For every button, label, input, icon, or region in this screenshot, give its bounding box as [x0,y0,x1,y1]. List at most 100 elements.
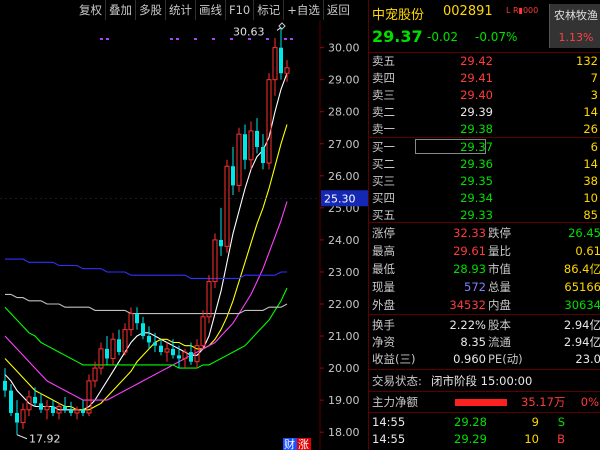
candle [9,384,13,417]
candle [69,401,73,417]
bid-volume: 85 [583,208,598,222]
toolbar-button-back[interactable]: 返回 [324,0,353,20]
stat-left-label: 最低 [372,262,395,276]
toolbar-button-mark[interactable]: 标记 [254,0,285,20]
bid-row[interactable]: 买一 29.37 6 [369,139,600,155]
axis-tick-label: 21.00 [328,330,360,343]
candle [159,339,163,356]
trade-status-label: 交易状态: [372,374,422,388]
stat2-right: 股本 2.94亿 [488,317,600,333]
rise-tag: 涨 [298,438,309,450]
axis-tick-label: 28.00 [328,106,360,119]
ask-price: 29.42 [460,54,493,68]
stat2-left-value: 2.22% [449,318,486,332]
candle-body [44,406,50,411]
kline-svg[interactable]: 30.0029.0028.0027.0026.0025.0024.0023.00… [0,20,368,450]
bid-row[interactable]: 买二 29.36 14 [369,156,600,172]
candle [206,275,212,324]
ask-row[interactable]: 卖五 29.42 132 [369,53,600,69]
tick-row[interactable]: 14:55 29.29 10 B [369,431,600,447]
kline-chart[interactable]: 30.00 29.00 28.00 27.00 26.00 25.00 24.00 23.00… [0,20,368,450]
axis-tick-label: 22.00 [328,298,360,311]
candle [261,134,265,170]
candle-body [219,239,223,247]
toolbar-button-draw-line[interactable]: 画线 [196,0,226,20]
ask-label: 卖五 [372,54,395,68]
candle-body [159,345,163,353]
candle-body [51,406,55,413]
tick-price: 29.28 [454,415,487,429]
candle-body [231,166,235,186]
stat-right-label: 总量 [488,280,511,294]
stat-left-label: 现量 [372,280,395,294]
candle-body [248,130,254,161]
trade-status-row: 交易状态: 闭市阶段 15:00:00 [369,373,600,389]
bid-label: 买二 [372,157,395,171]
candle [147,326,151,349]
tick-row[interactable]: 14:55 29.28 9 S [369,414,600,430]
candle-body [189,352,193,362]
tick-side: B [557,432,565,446]
bid-row[interactable]: 买三 29.35 38 [369,173,600,189]
axis-tick-label: 26.00 [328,170,360,183]
bid-row[interactable]: 买五 29.33 85 [369,207,600,223]
stock-name[interactable]: 中宠股份 [372,4,424,23]
event-dot [290,38,293,40]
toolbar-button-multi-stock[interactable]: 多股 [136,0,166,20]
stat-left-value: 28.93 [453,262,486,276]
candle-body [171,348,175,356]
stat-right-value: 0.61 [575,244,600,258]
stat-left-label: 最高 [372,244,395,258]
toolbar-button-f10[interactable]: F10 [226,0,255,20]
bid-row[interactable]: 买四 29.34 10 [369,190,600,206]
stat-right-label: 量比 [488,244,511,258]
ask-price: 29.41 [460,71,493,85]
stat-right-value: 65166 [564,280,600,294]
ask-row[interactable]: 卖一 29.38 26 [369,121,600,137]
candle-body [177,355,181,359]
candlestick-layer [3,27,290,435]
candle-body [81,409,85,413]
candle [141,316,145,340]
tick-volume: 10 [524,432,539,446]
axis-tick-label: 29.00 [328,74,360,87]
ask-volume: 7 [590,71,598,85]
toolbar-button-overlay[interactable]: 叠加 [106,0,136,20]
ask-label: 卖三 [372,88,395,102]
stat-right: 总量 65166 [488,279,600,295]
event-dot [170,38,173,40]
axis-tick-label: 20.00 [328,362,360,375]
event-dot [230,38,233,40]
toolbar-button-add-watchlist[interactable]: +自选 [284,0,324,20]
event-dot [100,38,103,40]
stat-right: 跌停 26.45 [488,225,600,241]
divider [369,412,600,413]
stat2-right-label: PE(动) [488,352,523,366]
stat-right-label: 市值 [488,262,511,276]
ask-row[interactable]: 卖四 29.41 7 [369,70,600,86]
toolbar-button-statistics[interactable]: 统计 [166,0,196,20]
stat2-right-value: 2.94亿 [563,335,600,349]
candle-body [266,79,272,164]
stat-left: 现量 572 [372,279,486,295]
stat2-left-label: 收益(三) [372,352,416,366]
toolbar-button-fuquan[interactable]: 复权 [76,0,106,20]
sector-name: 农林牧渔 [554,9,598,22]
candle-body [69,409,73,413]
bid-label: 买三 [372,174,395,188]
ask-row[interactable]: 卖二 29.39 14 [369,104,600,120]
net-flow-value: 35.17万 [521,395,566,409]
candle [255,118,259,154]
candle [164,342,170,362]
finance-tag: 财 [284,437,295,450]
event-dot [194,38,197,40]
candle-body [206,281,212,318]
ask-row[interactable]: 卖三 29.40 3 [369,87,600,103]
candle-body [141,323,145,337]
low-marker-arrow [16,434,28,440]
sector-box[interactable]: 农林牧渔 1.13% [549,4,600,48]
ask-volume: 26 [583,122,598,136]
candle-body [128,313,134,331]
candle-body [33,396,37,404]
candle [33,387,37,407]
